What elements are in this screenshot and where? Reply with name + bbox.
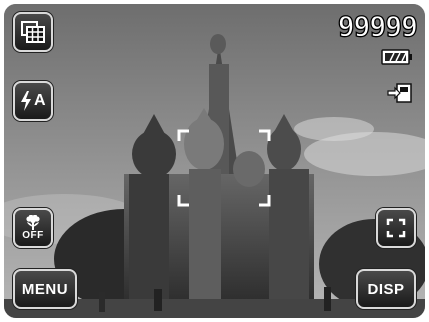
shots-remaining: 99999 [337,9,419,43]
macro-state-label: OFF [22,230,44,241]
flash-mode-label: A [33,92,47,109]
grid-view-icon [21,21,45,43]
flash-mode-button[interactable]: A [13,81,53,121]
camera-viewfinder: A OFF MENU 99999 DISP [4,4,425,318]
macro-off-icon [26,215,40,230]
disp-button[interactable]: DISP [356,269,416,309]
grid-view-button[interactable] [13,12,53,52]
flash-auto-icon [20,91,31,111]
disp-label: DISP [367,280,405,298]
fullscreen-icon [386,218,406,238]
focus-frame-icon [177,129,271,207]
macro-button[interactable]: OFF [13,208,53,248]
battery-icon [381,49,412,65]
menu-label: MENU [21,280,69,298]
internal-memory-icon [387,83,412,103]
fullscreen-button[interactable] [376,208,416,248]
menu-button[interactable]: MENU [13,269,77,309]
